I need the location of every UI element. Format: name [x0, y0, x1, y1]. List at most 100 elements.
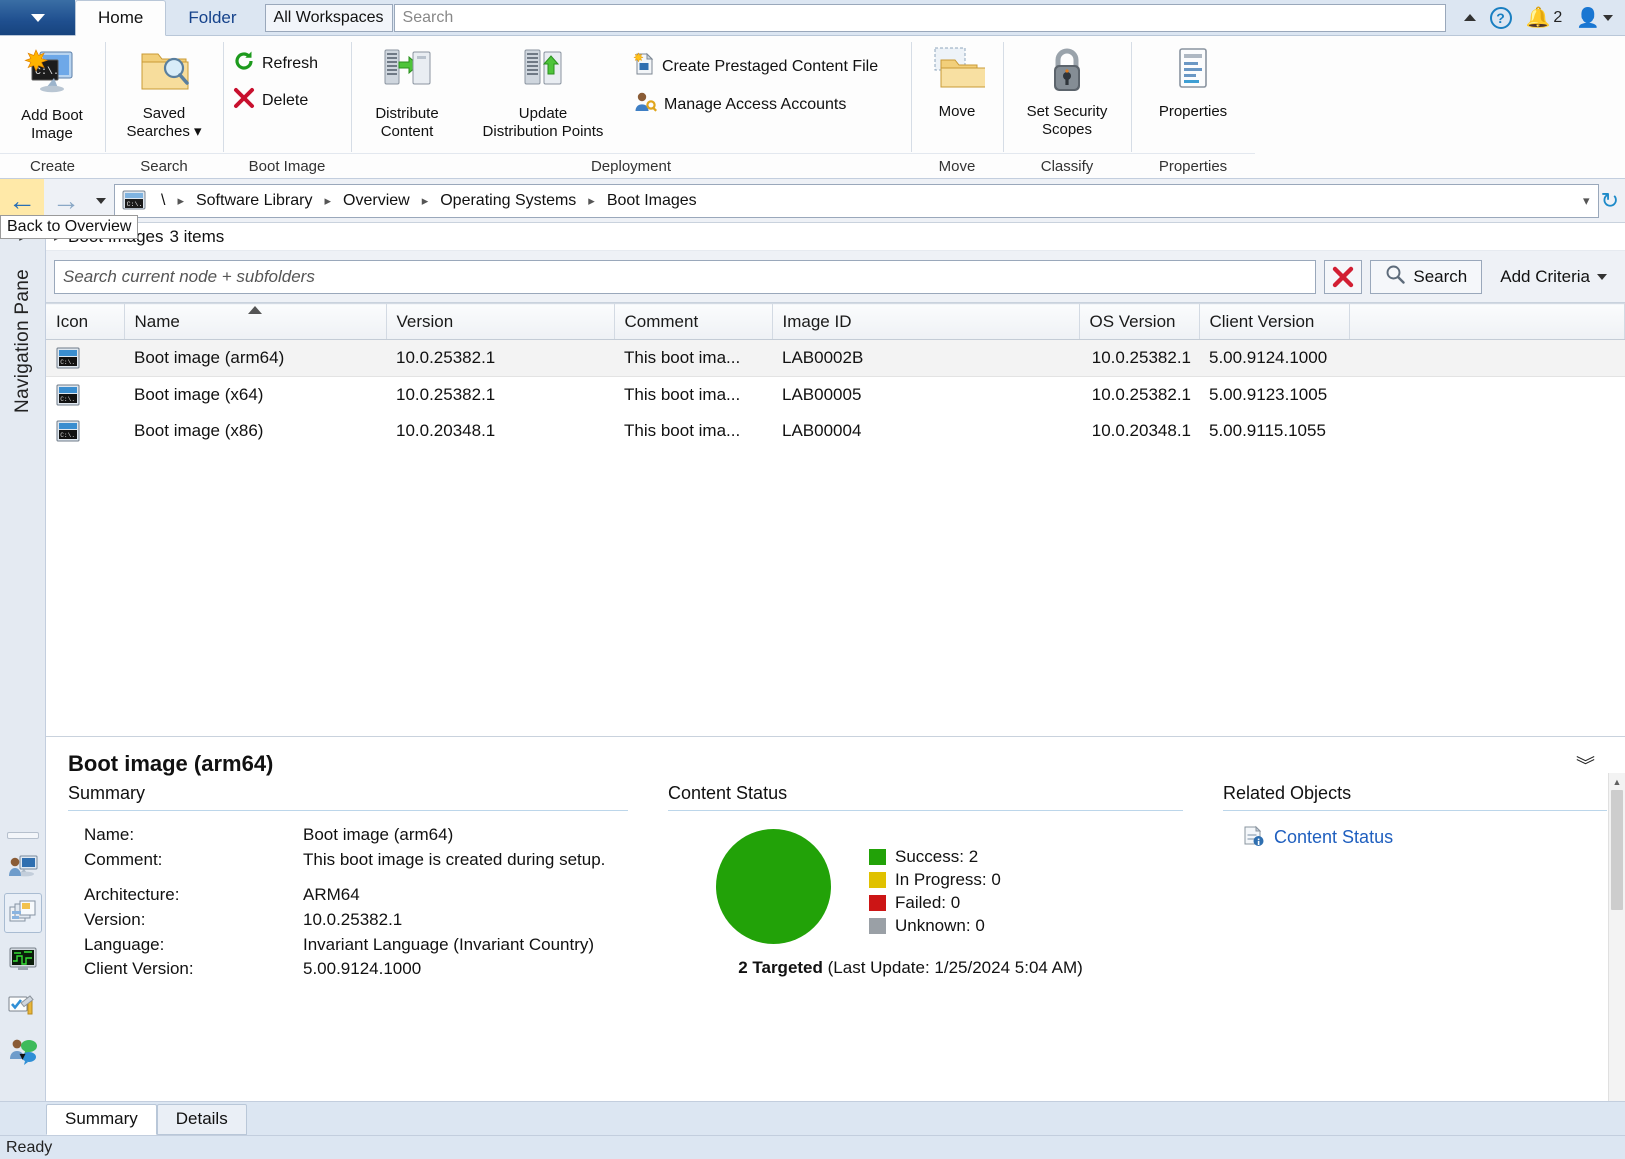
refresh-button[interactable]: Refresh	[229, 48, 326, 79]
add-criteria-button[interactable]: Add Criteria	[1490, 267, 1617, 287]
navigation-pane-title: Navigation Pane	[12, 269, 34, 413]
row-icon-cell: C:\.	[46, 377, 124, 414]
breadcrumb-overview[interactable]: Overview	[335, 190, 418, 212]
column-header-image-id[interactable]: Image ID	[772, 304, 1079, 340]
titlebar-icon-group: ? 🔔 2 👤	[1452, 0, 1625, 35]
clear-search-button[interactable]	[1324, 260, 1362, 294]
create-prestaged-content-file-button[interactable]: Create Prestaged Content File	[629, 50, 886, 83]
scrollbar-thumb[interactable]	[1611, 790, 1623, 910]
close-icon	[1332, 266, 1354, 288]
status-bar-text: Ready	[6, 1139, 52, 1157]
table-row[interactable]: C:\. Boot image (x86) 10.0.20348.1 This …	[46, 413, 1625, 449]
ribbon-group-classify: Set Security Scopes Classify	[1003, 36, 1131, 178]
workspace-software-library[interactable]	[4, 893, 42, 933]
search-icon	[1385, 264, 1405, 289]
tab-details[interactable]: Details	[157, 1104, 247, 1135]
chevron-right-icon[interactable]: ▸	[586, 193, 597, 209]
global-search-input[interactable]: Search	[394, 4, 1446, 32]
breadcrumb-software-library[interactable]: Software Library	[188, 190, 321, 212]
column-header-filler[interactable]	[1349, 304, 1625, 340]
summary-field-comment-value: This boot image is created during setup.	[303, 848, 628, 873]
distribute-content-label-2: Content	[381, 123, 434, 140]
notifications-button[interactable]: 🔔 2	[1526, 8, 1563, 28]
ribbon-group-create: C:\. Add Boot Image Create	[0, 36, 105, 178]
collapse-ribbon-button[interactable]	[1464, 14, 1476, 21]
table-row[interactable]: C:\. Boot image (arm64) 10.0.25382.1 Thi…	[46, 340, 1625, 377]
tab-folder[interactable]: Folder	[166, 0, 258, 35]
move-button[interactable]: Move	[917, 40, 997, 121]
column-header-version[interactable]: Version	[386, 304, 614, 340]
saved-searches-button[interactable]: Saved Searches ▾	[111, 40, 217, 140]
add-boot-image-button[interactable]: C:\. Add Boot Image	[6, 40, 98, 142]
breadcrumb-root[interactable]: \	[153, 190, 173, 212]
cell-filler	[1349, 377, 1625, 414]
column-header-name[interactable]: Name	[124, 304, 386, 340]
breadcrumb-operating-systems[interactable]: Operating Systems	[432, 190, 584, 212]
column-header-os-version[interactable]: OS Version	[1079, 304, 1199, 340]
legend-item-in-progress: In Progress: 0	[869, 868, 1001, 891]
boot-image-icon: C:\.	[56, 420, 80, 442]
ribbon-group-move-label: Move	[911, 153, 1003, 178]
ribbon-group-classify-label: Classify	[1003, 153, 1131, 178]
scroll-up-arrow-icon[interactable]: ▲	[1609, 773, 1625, 790]
notification-badge: 2	[1553, 9, 1562, 27]
breadcrumb-dropdown-button[interactable]: ▾	[1581, 193, 1592, 209]
cell-client-version: 5.00.9115.1055	[1199, 413, 1349, 449]
navigation-pane-overflow-button[interactable]: ▾	[19, 1049, 25, 1063]
chevron-down-icon	[96, 198, 106, 204]
global-search-placeholder: Search	[403, 9, 454, 27]
tab-summary-label: Summary	[65, 1109, 138, 1128]
workspace-monitoring[interactable]	[4, 939, 42, 979]
create-prestaged-content-file-label: Create Prestaged Content File	[662, 58, 878, 76]
tab-summary[interactable]: Summary	[46, 1104, 157, 1135]
related-objects-heading: Related Objects	[1223, 783, 1607, 811]
column-header-comment[interactable]: Comment	[614, 304, 772, 340]
navigation-pane-splitter[interactable]	[7, 832, 39, 839]
content-status-pie	[716, 829, 831, 944]
navigation-pane[interactable]: ▸ Navigation Pane ▾	[0, 223, 46, 1101]
workspace-administration[interactable]	[4, 985, 42, 1025]
help-button[interactable]: ?	[1490, 7, 1512, 29]
cell-image-id: LAB0002B	[772, 340, 1079, 377]
chevron-right-icon[interactable]: ▸	[175, 193, 186, 209]
legend-swatch-in-progress	[869, 872, 886, 888]
chevron-down-icon	[1603, 15, 1613, 21]
legend-item-success: Success: 2	[869, 845, 1001, 868]
all-workspaces-button[interactable]: All Workspaces	[265, 4, 393, 32]
update-distribution-points-label-2: Distribution Points	[483, 123, 604, 140]
app-menu-button[interactable]	[0, 0, 75, 35]
manage-access-accounts-button[interactable]: Manage Access Accounts	[629, 89, 886, 120]
legend-item-failed: Failed: 0	[869, 891, 1001, 914]
column-header-icon[interactable]: Icon	[46, 304, 124, 340]
refresh-icon[interactable]: ↻	[1601, 188, 1619, 214]
breadcrumb-boot-images[interactable]: Boot Images	[599, 190, 705, 212]
list-item-count: 3 items	[169, 227, 224, 247]
tab-home[interactable]: Home	[75, 0, 166, 36]
chevron-right-icon[interactable]: ▸	[322, 193, 333, 209]
console-node-icon: C:\.	[121, 188, 147, 214]
table-row[interactable]: C:\. Boot image (x64) 10.0.25382.1 This …	[46, 377, 1625, 414]
ribbon-group-move: Move Move	[911, 36, 1003, 178]
detail-pane-scrollbar[interactable]: ▲	[1608, 773, 1625, 1101]
collapse-detail-pane-button[interactable]: ︾	[1576, 751, 1595, 778]
column-header-client-version[interactable]: Client Version	[1199, 304, 1349, 340]
recent-locations-button[interactable]	[88, 198, 114, 204]
related-object-link-label[interactable]: Content Status	[1274, 827, 1393, 848]
cell-name: Boot image (arm64)	[124, 340, 386, 377]
account-menu-button[interactable]: 👤	[1576, 6, 1613, 30]
delete-button[interactable]: Delete	[229, 85, 326, 116]
related-object-content-status[interactable]: Content Status	[1241, 823, 1607, 851]
cell-client-version: 5.00.9123.1005	[1199, 377, 1349, 414]
search-button[interactable]: Search	[1370, 260, 1482, 294]
workspace-assets-and-compliance[interactable]	[4, 847, 42, 887]
search-input[interactable]: Search current node + subfolders	[54, 260, 1316, 294]
set-security-scopes-button[interactable]: Set Security Scopes	[1009, 40, 1125, 138]
properties-button[interactable]: Properties	[1137, 40, 1249, 121]
update-distribution-points-button[interactable]: Update Distribution Points	[457, 40, 629, 140]
distribute-content-button[interactable]: Distribute Content	[357, 40, 457, 140]
set-security-scopes-label-1: Set Security	[1027, 103, 1108, 120]
detail-pane-title: Boot image (arm64)	[46, 737, 1625, 783]
summary-field-client-version-key: Client Version:	[68, 957, 303, 982]
chevron-right-icon[interactable]: ▸	[420, 193, 431, 209]
content-status-legend: Success: 2 In Progress: 0 Failed: 0	[869, 845, 1001, 937]
